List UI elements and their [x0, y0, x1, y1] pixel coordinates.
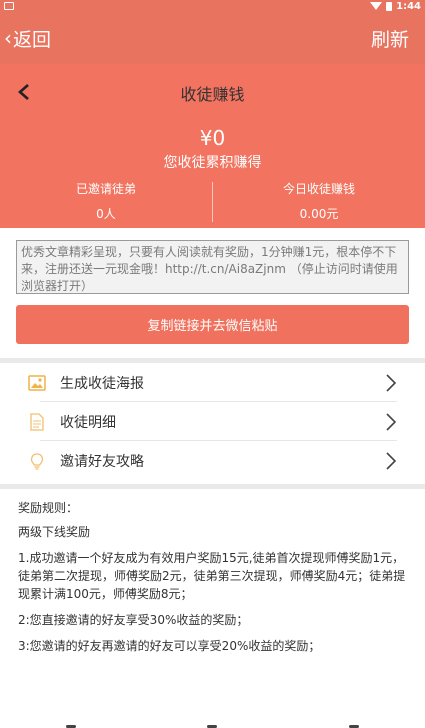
rule-item: 2:您直接邀请的好友享受30%收益的奖励； — [18, 613, 249, 627]
menu-item-invite-guide[interactable]: 邀请好友攻略 — [0, 441, 425, 480]
rules-subtitle: 两级下线奖励 — [18, 525, 91, 539]
menu-item-invite-details[interactable]: 收徒明细 — [0, 402, 425, 441]
chevron-right-icon — [386, 451, 397, 470]
reward-rules: 奖励规则： 两级下线奖励 1.成功邀请一个好友成为有效用户奖励15元,徒弟首次提… — [0, 489, 425, 655]
stat-today-earnings: 今日收徒赚钱 0.00元 — [213, 180, 425, 224]
notification-icon — [4, 2, 14, 10]
document-icon — [28, 412, 46, 431]
earnings-header: 收徒赚钱 ¥0 您收徒累积赚得 已邀请徒弟 0人 今日收徒赚钱 0.00元 — [0, 64, 425, 228]
rule-item: 1.成功邀请一个好友成为有效用户奖励15元,徒弟首次提现师傅奖励1元，徒弟第二次… — [18, 551, 406, 601]
wifi-icon — [370, 2, 383, 10]
status-time: 1:44 — [396, 0, 421, 12]
refresh-button[interactable]: 刷新 — [371, 25, 419, 52]
menu-item-generate-poster[interactable]: 生成收徒海报 — [0, 363, 425, 402]
page-title: 收徒赚钱 — [180, 85, 245, 104]
page-header: 收徒赚钱 — [0, 64, 425, 122]
chevron-right-icon — [386, 373, 397, 392]
stat-invited: 已邀请徒弟 0人 — [0, 180, 212, 224]
menu-item-label: 生成收徒海报 — [60, 375, 144, 392]
share-text-box[interactable]: 优秀文章精彩呈现，只要有人阅读就有奖励，1分钟赚1元，根本停不下来，注册还送一元… — [16, 240, 409, 294]
stat-label: 今日收徒赚钱 — [282, 182, 355, 196]
page-back-button[interactable] — [10, 78, 38, 106]
chevron-right-icon — [386, 412, 397, 431]
app-bar: ‹ 返回 刷新 — [0, 12, 425, 64]
rule-item: 3:您邀请的好友再邀请的好友可以享受20%收益的奖励； — [18, 639, 321, 653]
action-menu: 生成收徒海报 收徒明细 邀请好友攻略 — [0, 363, 425, 480]
back-label: 返回 — [13, 28, 52, 51]
stats-row: 已邀请徒弟 0人 今日收徒赚钱 0.00元 — [0, 180, 425, 224]
back-button[interactable]: ‹ 返回 — [4, 25, 51, 52]
arrow-left-icon — [18, 84, 29, 100]
lightbulb-icon — [28, 452, 46, 470]
copy-link-button[interactable]: 复制链接并去微信粘贴 — [16, 305, 409, 344]
image-icon — [28, 374, 46, 392]
menu-item-label: 邀请好友攻略 — [60, 453, 144, 470]
status-bar: 1:44 — [0, 0, 425, 12]
rules-title: 奖励规则： — [18, 501, 79, 515]
stat-value: 0.00元 — [299, 207, 339, 221]
system-nav-bar — [0, 722, 425, 728]
total-earnings-caption: 您收徒累积赚得 — [163, 155, 262, 171]
status-indicators: 1:44 — [370, 1, 421, 12]
chevron-left-icon: ‹ — [4, 26, 12, 50]
menu-item-label: 收徒明细 — [60, 414, 116, 431]
stat-value: 0人 — [96, 207, 116, 221]
total-earnings-amount: ¥0 — [199, 126, 226, 150]
battery-icon — [386, 1, 393, 11]
stat-label: 已邀请徒弟 — [75, 182, 136, 196]
